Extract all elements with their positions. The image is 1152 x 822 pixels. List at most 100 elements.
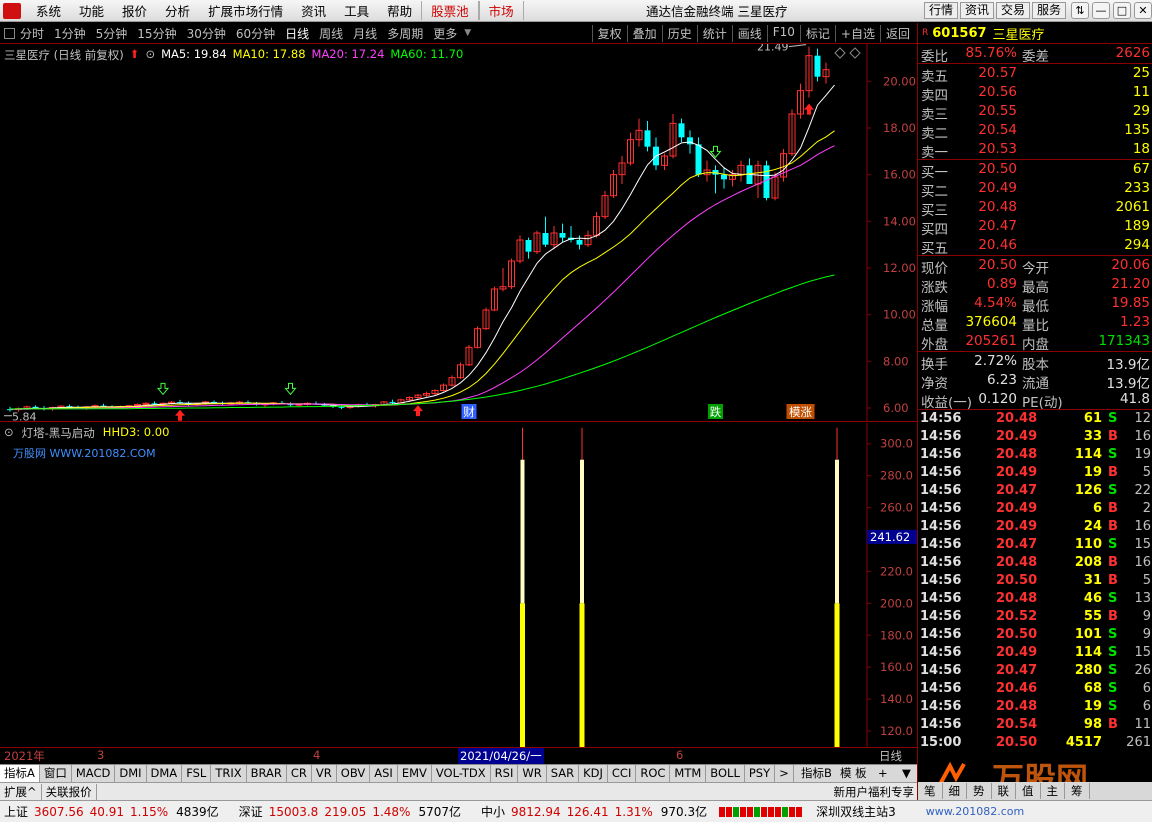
indicator-tab[interactable]: ASI <box>370 765 398 782</box>
menu-market[interactable]: 市场 <box>478 1 524 20</box>
period-5min[interactable]: 5分钟 <box>91 25 133 42</box>
quote-cell: 20.50 <box>978 257 1017 273</box>
bid-level-row[interactable]: 买二 20.49 233 <box>918 179 1152 200</box>
menu-tools[interactable]: 工具 <box>335 1 378 20</box>
menu-extended-market[interactable]: 扩展市场行情 <box>199 1 292 20</box>
tool-f10[interactable]: F10 <box>766 24 800 42</box>
quote-button[interactable]: 行情 <box>923 2 958 19</box>
indicator-tab[interactable]: FSL <box>182 765 212 782</box>
indicator-tab-right[interactable]: 指标B <box>797 765 836 782</box>
tool-add-watchlist[interactable]: +自选 <box>834 24 880 42</box>
quote-panel-tab[interactable]: 值 <box>1016 783 1041 799</box>
indicator-tab[interactable]: OBV <box>337 765 371 782</box>
period-60min[interactable]: 60分钟 <box>231 25 280 42</box>
menu-help[interactable]: 帮助 <box>378 1 421 20</box>
ask-level-row[interactable]: 卖五 20.57 25 <box>918 64 1152 85</box>
restore-icon[interactable]: ⇅ <box>1071 2 1089 19</box>
related-quote[interactable]: 关联报价 <box>42 783 97 800</box>
indicator-tab[interactable]: CCI <box>608 765 637 782</box>
maximize-icon[interactable]: □ <box>1113 2 1131 19</box>
menu-system[interactable]: 系统 <box>27 1 70 20</box>
indicator-settings-icon[interactable]: ⊙ <box>4 425 14 441</box>
indicator-tab[interactable]: SAR <box>547 765 580 782</box>
indicator-tab[interactable]: VOL-TDX <box>432 765 491 782</box>
indicator-tab[interactable]: 指标A <box>0 765 40 782</box>
indicator-tab-right[interactable]: ▼ <box>898 765 915 782</box>
quote-panel-tab[interactable]: 筹 <box>1065 783 1090 799</box>
ask-level-row[interactable]: 卖一 20.53 18 <box>918 140 1152 161</box>
zx-index-label[interactable]: 中小 <box>481 803 505 820</box>
bid-level-row[interactable]: 买一 20.50 67 <box>918 160 1152 181</box>
quote-panel-tab[interactable]: 笔 <box>918 783 943 799</box>
tool-history[interactable]: 历史 <box>661 24 697 42</box>
ma-settings-icon[interactable]: ⊙ <box>145 47 155 63</box>
promo-link[interactable]: 新用户福利专享 <box>831 784 918 800</box>
indicator-tab[interactable]: RSI <box>491 765 519 782</box>
dropdown-triangle-icon[interactable]: ▼ <box>464 28 471 38</box>
server-name[interactable]: 深圳双线主站3 <box>816 803 896 820</box>
tool-mark[interactable]: 标记 <box>799 24 835 42</box>
service-button[interactable]: 服务 <box>1031 2 1066 19</box>
quote-panel-tab[interactable]: 势 <box>967 783 992 799</box>
menu-analysis[interactable]: 分析 <box>156 1 199 20</box>
minimize-icon[interactable]: — <box>1092 2 1110 19</box>
menu-stock-pool[interactable]: 股票池 <box>421 1 479 20</box>
tool-statistics[interactable]: 统计 <box>696 24 732 42</box>
sz-index-pct: 1.48% <box>372 804 411 819</box>
indicator-tab[interactable]: DMA <box>147 765 183 782</box>
indicator-tab[interactable]: ROC <box>636 765 671 782</box>
indicator-tab[interactable]: VR <box>312 765 337 782</box>
indicator-chart[interactable]: 120.0140.0160.0180.0200.0220.0240.0260.0… <box>0 423 917 747</box>
indicator-tab[interactable]: KDJ <box>579 765 608 782</box>
tool-fuquan[interactable]: 复权 <box>591 24 627 42</box>
indicator-tab[interactable]: TRIX <box>211 765 247 782</box>
bid-level-row[interactable]: 买五 20.46 294 <box>918 236 1152 257</box>
bid-level-row[interactable]: 买三 20.48 2061 <box>918 198 1152 219</box>
period-multi[interactable]: 多周期 <box>382 25 428 42</box>
close-icon[interactable]: ✕ <box>1134 2 1152 19</box>
period-15min[interactable]: 15分钟 <box>132 25 181 42</box>
menu-function[interactable]: 功能 <box>70 1 113 20</box>
ask-level-row[interactable]: 卖三 20.55 29 <box>918 102 1152 123</box>
indicator-tab[interactable]: CR <box>287 765 312 782</box>
tick-list[interactable]: 14:56 20.48 61 S 12 14:56 20.49 33 B 16 14:56 20.48… <box>918 410 1152 752</box>
period-weekly[interactable]: 周线 <box>314 25 348 42</box>
period-30min[interactable]: 30分钟 <box>182 25 231 42</box>
menu-quote[interactable]: 报价 <box>113 1 156 20</box>
period-fenshi[interactable]: 分时 <box>15 25 49 42</box>
kline-chart[interactable]: 6.00 8.00 10.00 12.00 14.00 16.00 18.00 20.00 21… <box>0 44 917 422</box>
indicator-tab[interactable]: MTM <box>670 765 707 782</box>
indicator-tab[interactable]: 窗口 <box>40 765 72 782</box>
indicator-tab[interactable]: DMI <box>115 765 147 782</box>
indicator-tab[interactable]: EMV <box>398 765 432 782</box>
indicator-tab-right[interactable]: 模 板 <box>836 765 871 782</box>
sz-index-label[interactable]: 深证 <box>239 803 263 820</box>
tool-draw[interactable]: 画线 <box>731 24 767 42</box>
toggle-box-icon[interactable] <box>4 27 15 39</box>
period-daily[interactable]: 日线 <box>280 25 314 42</box>
menu-news[interactable]: 资讯 <box>292 1 335 20</box>
indicator-tab[interactable]: MACD <box>72 765 116 782</box>
tool-back[interactable]: 返回 <box>879 24 915 42</box>
period-1min[interactable]: 1分钟 <box>49 25 91 42</box>
indicator-tab[interactable]: BOLL <box>706 765 745 782</box>
quote-panel-tab[interactable]: 联 <box>992 783 1016 799</box>
indicator-tab[interactable]: PSY <box>745 765 776 782</box>
ask-level-row[interactable]: 卖二 20.54 135 <box>918 121 1152 142</box>
trade-button[interactable]: 交易 <box>995 2 1030 19</box>
period-more[interactable]: 更多 <box>428 25 462 42</box>
ask-vol: 135 <box>1124 122 1150 138</box>
news-button[interactable]: 资讯 <box>959 2 994 19</box>
indicator-tab[interactable]: WR <box>518 765 547 782</box>
tabs-more-icon[interactable]: > <box>775 765 794 782</box>
sh-index-label[interactable]: 上证 <box>4 803 28 820</box>
extend-toggle[interactable]: 扩展^ <box>0 783 42 800</box>
quote-panel-tab[interactable]: 主 <box>1041 783 1065 799</box>
indicator-tab[interactable]: BRAR <box>247 765 287 782</box>
tool-overlay[interactable]: 叠加 <box>626 24 662 42</box>
bid-level-row[interactable]: 买四 20.47 189 <box>918 217 1152 238</box>
quote-panel-tab[interactable]: 细 <box>943 783 967 799</box>
ask-level-row[interactable]: 卖四 20.56 11 <box>918 83 1152 104</box>
period-monthly[interactable]: 月线 <box>348 25 382 42</box>
indicator-tab-right[interactable]: + <box>874 765 892 782</box>
